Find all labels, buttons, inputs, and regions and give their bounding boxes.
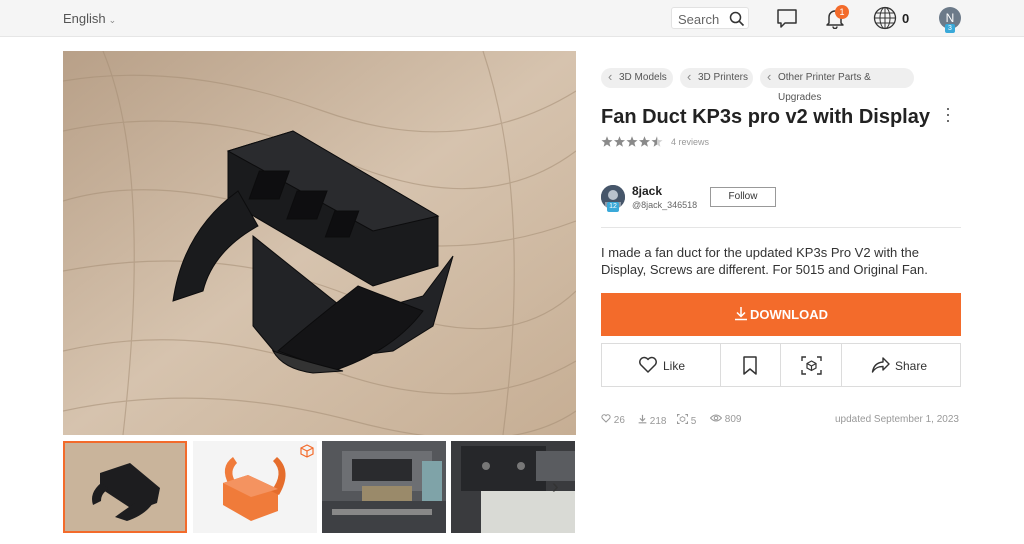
makes-stat: 5 — [677, 414, 696, 427]
chevron-right-icon[interactable]: › — [552, 476, 559, 499]
search-icon — [729, 11, 745, 27]
download-icon — [638, 414, 647, 424]
divider — [601, 227, 961, 228]
likes-stat: 26 — [601, 414, 625, 426]
star-icon — [613, 136, 626, 147]
more-vertical-icon[interactable]: · · · — [944, 99, 952, 129]
download-button[interactable]: DOWNLOAD — [601, 293, 961, 336]
rating-stars[interactable] — [601, 136, 665, 148]
reviews-count[interactable]: 4 reviews — [671, 137, 709, 147]
thumbnail-photo-3[interactable] — [322, 441, 446, 533]
eye-icon — [709, 414, 723, 422]
user-initial: N — [945, 11, 955, 25]
ar-view-button[interactable] — [781, 344, 842, 386]
breadcrumb-3d-models[interactable]: 3D Models — [601, 67, 673, 88]
action-bar: Like Share — [601, 343, 961, 387]
breadcrumb-3d-printers[interactable]: 3D Printers — [680, 67, 753, 88]
like-button[interactable]: Like — [602, 344, 721, 386]
search-box[interactable]: Search — [671, 7, 749, 29]
user-avatar[interactable]: N 3 — [939, 7, 961, 33]
share-button[interactable]: Share — [842, 344, 960, 386]
model-title: Fan Duct KP3s pro v2 with Display — [601, 106, 930, 128]
views-count: 809 — [724, 414, 742, 425]
downloads-count: 218 — [649, 416, 667, 427]
download-icon — [735, 307, 747, 321]
like-label: Like — [663, 359, 686, 373]
thumbnail-photo-1[interactable] — [63, 441, 187, 533]
author-handle: @8jack_346518 — [632, 200, 698, 210]
main-model-image[interactable] — [63, 51, 576, 435]
updated-date: updated September 1, 2023 — [835, 414, 959, 425]
likes-count: 26 — [613, 415, 625, 426]
follow-button[interactable]: Follow — [710, 187, 776, 207]
bookmark-icon — [743, 356, 757, 375]
credits-count: 0 — [902, 11, 910, 26]
ar-view-icon — [677, 414, 688, 424]
chat-icon[interactable] — [776, 8, 798, 29]
breadcrumb-label: 3D Models — [619, 72, 667, 83]
star-icon — [638, 136, 651, 147]
model-description: I made a fan duct for the updated KP3s P… — [601, 245, 928, 277]
language-label: English — [63, 11, 106, 26]
ar-view-icon — [801, 356, 822, 375]
top-bar: English ⌄ Search 1 0 N 3 — [0, 0, 1024, 37]
author-level-badge: 12 — [607, 202, 619, 212]
share-icon — [871, 357, 890, 373]
star-icon — [601, 136, 613, 147]
heart-icon — [639, 356, 657, 373]
star-icon — [626, 136, 638, 147]
notification-badge: 1 — [835, 5, 849, 19]
makes-count: 5 — [690, 416, 697, 427]
breadcrumb-printer-parts[interactable]: Other Printer Parts & Upgrades — [760, 67, 914, 103]
thumbnail-3d-view[interactable] — [193, 441, 317, 533]
views-stat: 809 — [709, 414, 742, 425]
credits-globe-icon[interactable] — [873, 6, 897, 30]
heart-icon — [601, 414, 611, 423]
chevron-down-icon: ⌄ — [108, 15, 117, 25]
bookmark-button[interactable] — [721, 344, 781, 386]
breadcrumb-label: 3D Printers — [698, 72, 749, 83]
downloads-stat: 218 — [638, 414, 666, 427]
share-label: Share — [895, 359, 928, 373]
cube-3d-icon — [300, 444, 314, 458]
breadcrumb-label: Other Printer Parts & Upgrades — [778, 72, 871, 103]
star-icon — [651, 136, 663, 147]
search-label: Search — [678, 12, 720, 27]
download-label: DOWNLOAD — [750, 307, 828, 322]
author-name[interactable]: 8jack — [632, 184, 662, 198]
user-level-badge: 3 — [945, 24, 955, 33]
language-selector[interactable]: English ⌄ — [63, 11, 116, 26]
